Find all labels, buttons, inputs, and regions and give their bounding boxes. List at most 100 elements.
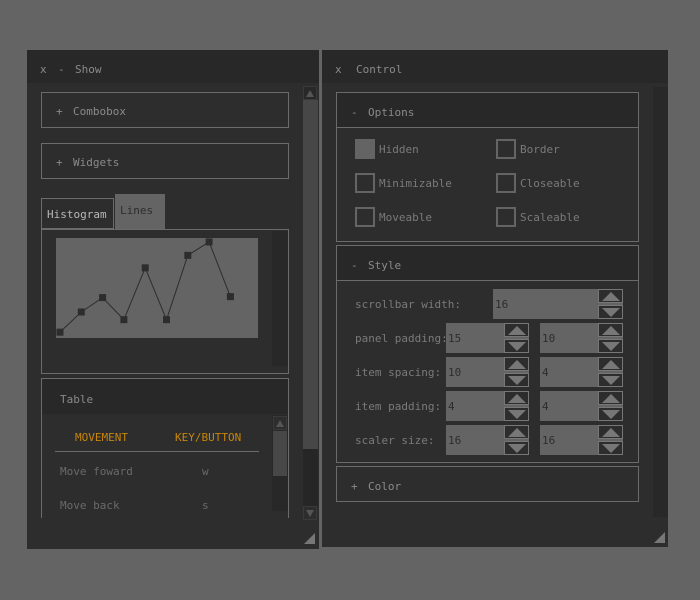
tab-histogram[interactable]: Histogram (41, 198, 114, 229)
data-point[interactable] (77, 308, 85, 316)
field-value: 10 (448, 366, 462, 379)
arrow-up-icon (306, 90, 314, 97)
field-value: 16 (495, 298, 509, 311)
table-group: Table MOVEMENT KEY/BUTTON Move foward w … (41, 378, 289, 518)
scrollbar-track[interactable] (303, 449, 318, 507)
show-window-scrollbar[interactable] (303, 83, 319, 523)
increment-button[interactable] (504, 391, 529, 405)
spinner (598, 425, 623, 455)
combobox-section-header[interactable]: + Combobox (41, 92, 289, 128)
checkbox-box[interactable] (355, 139, 375, 159)
field-value: 10 (542, 332, 556, 345)
decrement-button[interactable] (504, 339, 529, 353)
item-padding-x-input[interactable]: 4 (446, 391, 529, 421)
increment-button[interactable] (598, 357, 623, 371)
collapse-icon: - (351, 259, 358, 272)
color-section-header[interactable]: + Color (336, 466, 639, 502)
chart-group (41, 229, 289, 374)
arrow-down-icon (508, 410, 526, 419)
row-label: item padding: (355, 400, 442, 413)
data-point[interactable] (163, 316, 170, 324)
table-scrollbar[interactable] (272, 415, 288, 511)
scaler-size-x-input[interactable]: 16 (446, 425, 529, 455)
chart-group-scrollbar[interactable] (272, 231, 288, 366)
item-spacing-x-input[interactable]: 10 (446, 357, 529, 387)
arrow-down-icon (508, 342, 526, 351)
control-window-titlebar[interactable]: x Control (322, 50, 668, 83)
table-title: Table (60, 393, 94, 406)
arrow-up-icon (602, 428, 620, 437)
increment-button[interactable] (598, 391, 623, 405)
item-padding-y-input[interactable]: 4 (540, 391, 623, 421)
scroll-up-button[interactable] (303, 86, 317, 100)
line-chart (56, 238, 258, 338)
data-point[interactable] (141, 264, 149, 272)
decrement-button[interactable] (504, 441, 529, 455)
row-label: panel padding: (355, 332, 448, 345)
checkbox-box[interactable] (496, 207, 516, 227)
column-header-movement: MOVEMENT (75, 431, 128, 444)
section-label: Style (368, 259, 402, 272)
resize-handle-icon[interactable] (654, 532, 665, 543)
increment-button[interactable] (504, 357, 529, 371)
scroll-down-button[interactable] (303, 506, 317, 520)
column-header-key: KEY/BUTTON (175, 431, 242, 444)
arrow-up-icon (508, 326, 526, 335)
spinner (504, 391, 529, 421)
arrow-up-icon (602, 360, 620, 369)
scroll-up-button[interactable] (273, 416, 287, 430)
spinner (598, 391, 623, 421)
data-point[interactable] (56, 328, 64, 336)
field-value: 4 (542, 400, 549, 413)
resize-handle-icon[interactable] (304, 533, 315, 544)
spinner (598, 357, 623, 387)
table-header-bar: Table (42, 379, 288, 414)
data-point[interactable] (184, 251, 192, 259)
decrement-button[interactable] (504, 407, 529, 421)
arrow-down-icon (306, 510, 314, 517)
panel-padding-x-input[interactable]: 15 (446, 323, 529, 353)
widgets-section-header[interactable]: + Widgets (41, 143, 289, 179)
show-window-titlebar[interactable]: x - Show (27, 50, 319, 83)
data-point[interactable] (120, 316, 128, 324)
window-title: Show (75, 63, 102, 76)
options-section-header[interactable]: - Options (337, 93, 638, 128)
checkbox-box[interactable] (496, 173, 516, 193)
item-spacing-y-input[interactable]: 4 (540, 357, 623, 387)
decrement-button[interactable] (598, 441, 623, 455)
checkbox-box[interactable] (355, 207, 375, 227)
increment-button[interactable] (598, 289, 623, 303)
data-point[interactable] (99, 294, 107, 302)
control-window-scrollbar[interactable] (653, 87, 668, 517)
checkbox-box[interactable] (496, 139, 516, 159)
scrollbar-thumb[interactable] (303, 100, 318, 449)
close-icon[interactable]: x (335, 63, 342, 76)
increment-button[interactable] (504, 323, 529, 337)
increment-button[interactable] (504, 425, 529, 439)
data-point[interactable] (205, 238, 213, 246)
arrow-down-icon (602, 376, 620, 385)
window-title: Control (356, 63, 403, 76)
style-section-header[interactable]: - Style (337, 246, 638, 281)
decrement-button[interactable] (598, 407, 623, 421)
minimize-icon[interactable]: - (58, 63, 65, 76)
field-value: 4 (448, 400, 455, 413)
scrollbar-thumb[interactable] (273, 431, 287, 476)
spinner (504, 425, 529, 455)
panel-padding-y-input[interactable]: 10 (540, 323, 623, 353)
data-point[interactable] (226, 293, 234, 301)
increment-button[interactable] (598, 425, 623, 439)
close-icon[interactable]: x (40, 63, 47, 76)
tab-lines[interactable]: Lines (115, 194, 165, 229)
checkbox-box[interactable] (355, 173, 375, 193)
decrement-button[interactable] (598, 305, 623, 319)
row-label: item spacing: (355, 366, 442, 379)
increment-button[interactable] (598, 323, 623, 337)
checkbox-label: Hidden (379, 143, 419, 156)
decrement-button[interactable] (504, 373, 529, 387)
scrollbar-width-input[interactable]: 16 (493, 289, 623, 319)
decrement-button[interactable] (598, 373, 623, 387)
decrement-button[interactable] (598, 339, 623, 353)
style-section: - Style scrollbar width: 16 panel paddin… (336, 245, 639, 463)
scaler-size-y-input[interactable]: 16 (540, 425, 623, 455)
